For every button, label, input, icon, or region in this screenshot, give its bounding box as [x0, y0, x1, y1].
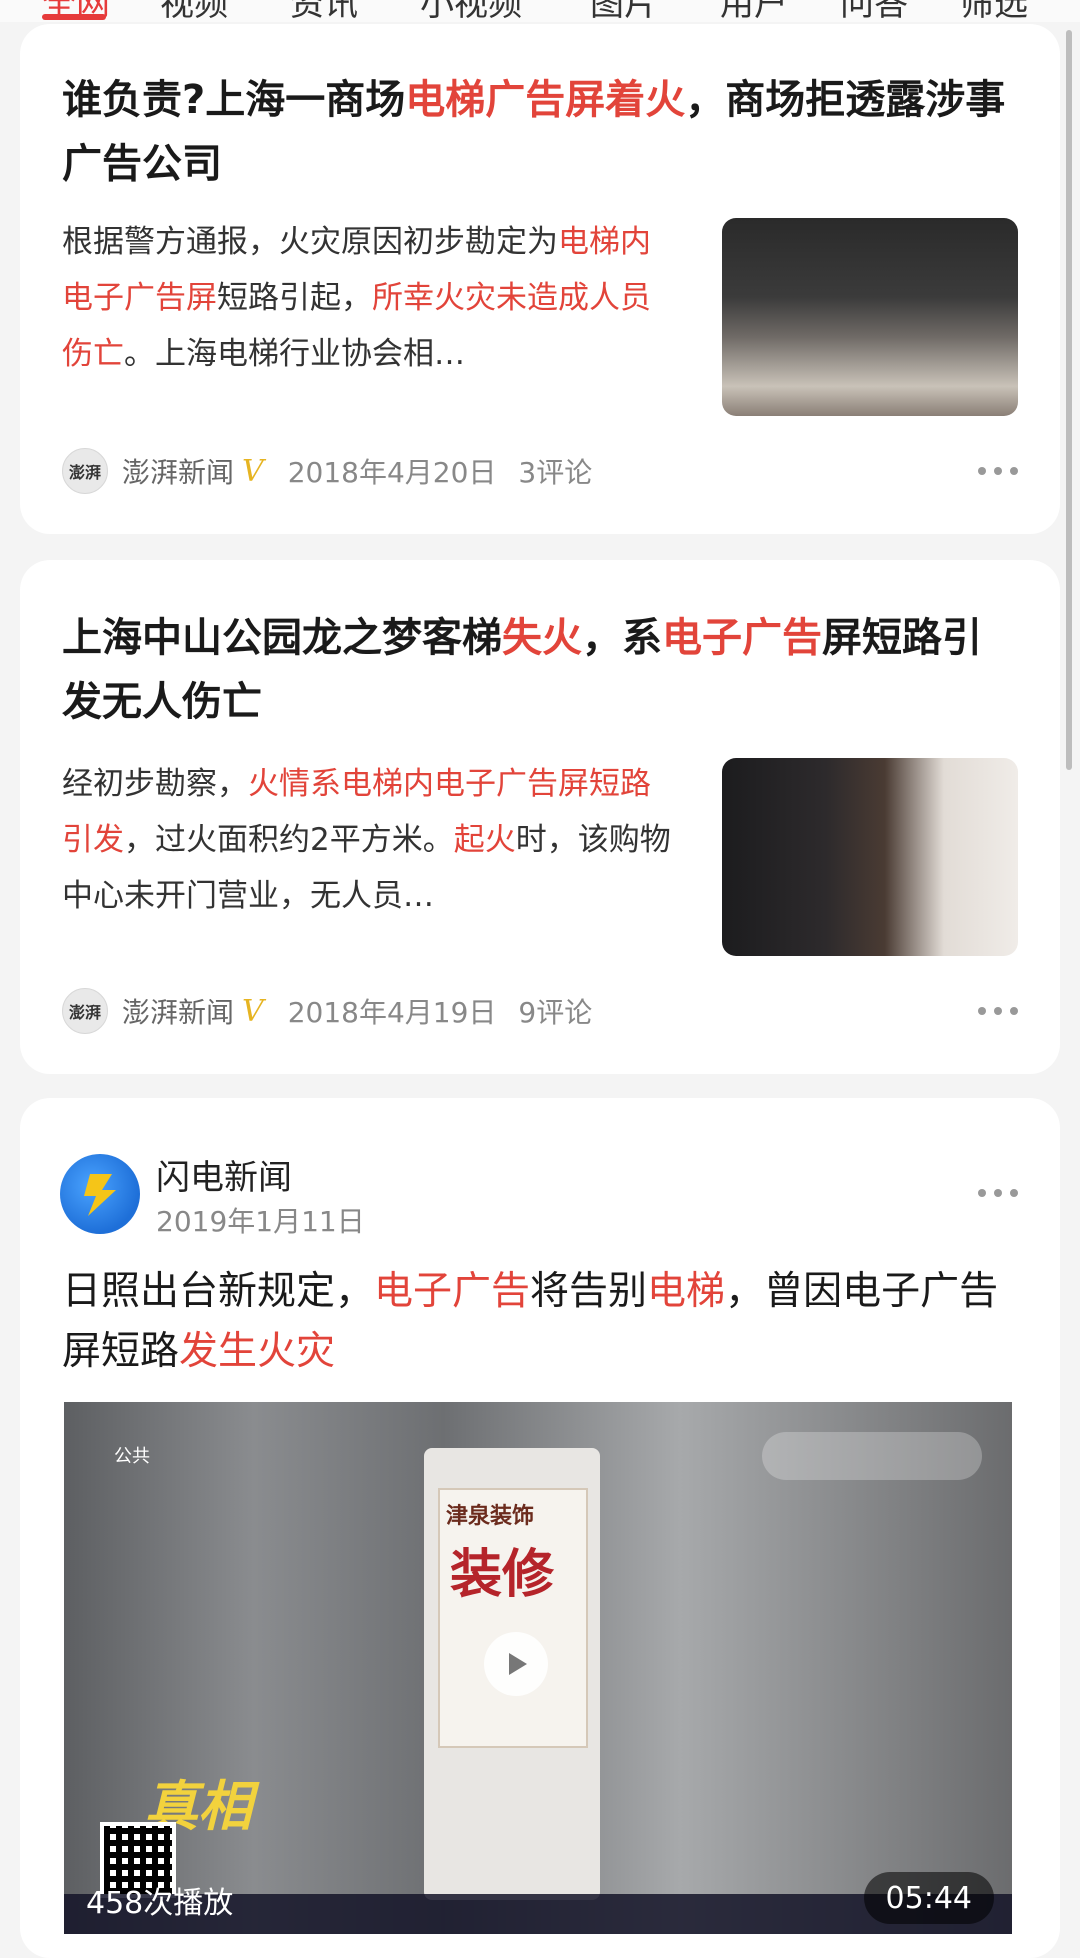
tab-users[interactable]: 用户: [720, 0, 788, 22]
article-summary: 根据警方通报，火灾原因初步勘定为电梯内电子广告屏短路引起，所幸火灾未造成人员伤亡…: [62, 224, 651, 372]
article-meta: 澎湃 澎湃新闻 V 2018年4月19日 9评论: [62, 986, 1018, 1036]
source-avatar[interactable]: 澎湃: [62, 988, 108, 1034]
video-duration: 05:44: [863, 1872, 994, 1924]
channel-logo: 公共: [114, 1446, 150, 1467]
article-card[interactable]: 上海中山公园龙之梦客梯失火，系电子广告屏短路引发无人伤亡 经初步勘察，火情系电梯…: [20, 560, 1060, 1074]
ad-headline: 装修: [450, 1545, 555, 1605]
video-title[interactable]: 日照出台新规定，电子广告将告别电梯，曾因电子广告屏短路发生火灾: [62, 1262, 1018, 1382]
video-post-card[interactable]: 闪电新闻 2019年1月11日 日照出台新规定，电子广告将告别电梯，曾因电子广告…: [20, 1098, 1060, 1958]
article-thumbnail[interactable]: [722, 218, 1018, 416]
top-tab-bar: 全网 视频 资讯 小视频 图片 用户 问答 筛选: [0, 0, 1080, 22]
verified-badge-icon: V: [242, 453, 264, 489]
tab-filter[interactable]: 筛选: [960, 0, 1028, 22]
verified-badge-icon: V: [242, 993, 264, 1029]
ad-brand: 津泉装饰: [446, 1504, 535, 1529]
more-options-icon[interactable]: [978, 466, 1018, 476]
play-icon[interactable]: [484, 1632, 548, 1696]
source-name[interactable]: 澎湃新闻: [122, 991, 234, 1031]
source-avatar[interactable]: 澎湃: [62, 448, 108, 494]
publisher-logo-icon[interactable]: [60, 1154, 140, 1234]
tab-images[interactable]: 图片: [590, 0, 658, 22]
active-tab-indicator: [42, 14, 106, 20]
more-options-icon[interactable]: [978, 1188, 1018, 1198]
tab-news[interactable]: 资讯: [290, 0, 358, 22]
comment-count[interactable]: 9评论: [518, 991, 592, 1031]
source-name[interactable]: 澎湃新闻: [122, 451, 234, 491]
publisher-name[interactable]: 闪电新闻: [156, 1150, 292, 1199]
comment-count[interactable]: 3评论: [518, 451, 592, 491]
article-title[interactable]: 谁负责?上海一商场电梯广告屏着火，商场拒透露涉事广告公司: [62, 68, 1018, 196]
lightning-icon: [84, 1174, 116, 1216]
article-thumbnail[interactable]: [722, 758, 1018, 956]
tab-qa[interactable]: 问答: [840, 0, 908, 22]
article-title[interactable]: 上海中山公园龙之梦客梯失火，系电子广告屏短路引发无人伤亡: [62, 606, 1018, 734]
play-count: 458次播放: [86, 1886, 234, 1921]
article-summary: 经初步勘察，火情系电梯内电子广告屏短路引发，过火面积约2平方米。起火时，该购物中…: [62, 766, 671, 914]
publish-date: 2018年4月20日: [287, 456, 497, 489]
broadcaster-watermark: [762, 1432, 982, 1480]
tab-short-video[interactable]: 小视频: [420, 0, 522, 22]
article-meta: 澎湃 澎湃新闻 V 2018年4月20日 3评论: [62, 446, 1018, 496]
publish-date: 2018年4月19日: [287, 996, 497, 1029]
article-card[interactable]: 谁负责?上海一商场电梯广告屏着火，商场拒透露涉事广告公司 根据警方通报，火灾原因…: [20, 24, 1060, 534]
scrollbar[interactable]: [1066, 30, 1072, 770]
publish-date: 2019年1月11日: [156, 1205, 365, 1238]
video-player[interactable]: 公共 津泉装饰 装修 真相 458次播放 05:44: [64, 1402, 1012, 1934]
more-options-icon[interactable]: [978, 1006, 1018, 1016]
tab-video[interactable]: 视频: [160, 0, 228, 22]
